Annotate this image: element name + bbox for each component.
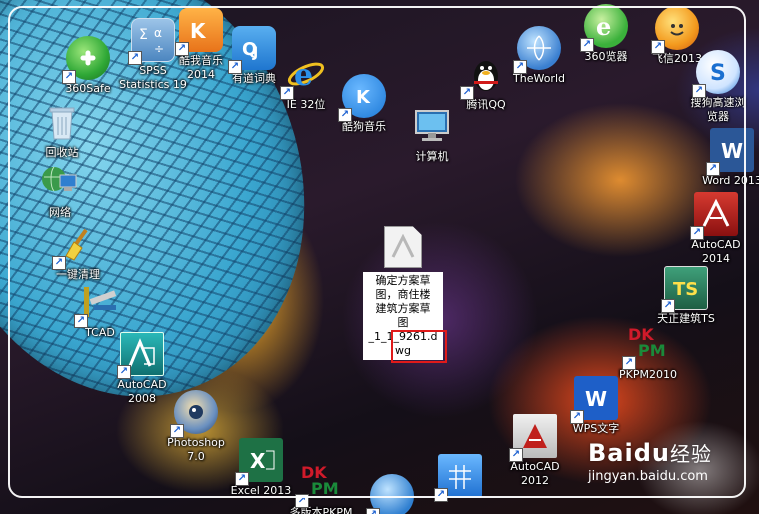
desktop[interactable]: ↗ 360Safe Σα ÷ ↗ SPSS Statistics 19 K ↗ 酷… (0, 0, 759, 514)
word-icon: W ↗ (706, 128, 754, 176)
kugou-icon: K ↗ (338, 74, 386, 122)
dwg-file-icon (384, 226, 422, 268)
icon-label: 网络 (49, 206, 71, 219)
tcad-icon: ↗ (74, 280, 122, 328)
extension-highlight-box (391, 330, 447, 363)
shortcut-arrow-icon: ↗ (62, 70, 76, 84)
svg-text:K: K (356, 87, 371, 108)
wps-writer-icon: W ↗ (570, 376, 618, 424)
icon-label: 360览器 (584, 50, 628, 63)
shortcut-arrow-icon: ↗ (651, 40, 665, 54)
shortcut-arrow-icon: ↗ (52, 256, 66, 270)
desktop-icon-autocad-2014[interactable]: ↗ AutoCAD 2014 (674, 192, 758, 266)
desktop-icon-cleanup[interactable]: ↗ 一键清理 (36, 222, 120, 282)
shortcut-arrow-icon: ↗ (513, 60, 527, 74)
watermark-url: jingyan.baidu.com (588, 469, 708, 484)
svg-text:Σ: Σ (139, 27, 148, 43)
shortcut-arrow-icon: ↗ (128, 51, 142, 65)
sogou-browser-icon: S ↗ (692, 50, 740, 98)
theworld-icon: ↗ (513, 26, 561, 74)
icon-label: 计算机 (415, 150, 449, 163)
baidu-jingyan-watermark: Baidu经验 jingyan.baidu.com (588, 438, 738, 498)
icon-label: Photoshop 7.0 (167, 436, 225, 463)
recycle-bin-icon (40, 100, 84, 144)
shortcut-arrow-icon: ↗ (434, 488, 448, 502)
pkpm-icon: DK PM ↗ (622, 322, 670, 370)
icon-label: Word 2013 (702, 174, 759, 187)
desktop-icon-recycle-bin[interactable]: 回收站 (20, 100, 104, 160)
desktop-icon-tangent-ts[interactable]: TS ↗ 天正建筑TS (644, 266, 728, 326)
pkpm-multi-icon: DK PM ↗ (295, 460, 343, 508)
icon-label: 360Safe (65, 82, 111, 95)
desktop-icon-tcad[interactable]: ↗ TCAD (58, 280, 142, 340)
watermark-brand: Baidu经验 (588, 439, 712, 467)
svg-text:W: W (721, 139, 743, 163)
shortcut-arrow-icon: ↗ (690, 226, 704, 240)
shortcut-arrow-icon: ↗ (295, 494, 309, 508)
tile-grid-icon: ↗ (434, 454, 482, 502)
feixin-icon: ↗ (651, 6, 699, 54)
shortcut-arrow-icon: ↗ (580, 38, 594, 52)
desktop-icon-autocad-2012[interactable]: ↗ AutoCAD 2012 (493, 414, 577, 488)
svg-text:K: K (190, 19, 207, 43)
excel-icon: X ↗ (235, 438, 283, 486)
network-icon (38, 160, 82, 204)
photoshop-icon: ↗ (170, 390, 218, 438)
autocad-2012-icon: ↗ (509, 414, 557, 462)
shortcut-arrow-icon: ↗ (509, 448, 523, 462)
svg-text:PM: PM (638, 341, 666, 360)
tangent-ts-icon: TS ↗ (661, 266, 708, 313)
icon-label: 搜狗高速浏 览器 (690, 96, 746, 123)
svg-text:PM: PM (311, 479, 339, 498)
shortcut-arrow-icon: ↗ (170, 424, 184, 438)
svg-text:J: J (252, 45, 258, 61)
desktop-icon-computer[interactable]: 计算机 (390, 104, 474, 164)
shortcut-arrow-icon: ↗ (235, 472, 249, 486)
icon-label: AutoCAD 2012 (510, 460, 560, 487)
shortcut-arrow-icon: ↗ (228, 60, 242, 74)
svg-text:W: W (585, 387, 607, 411)
svg-text:X: X (250, 449, 266, 473)
globe-icon: ↗ (366, 474, 414, 514)
shortcut-arrow-icon: ↗ (692, 84, 706, 98)
360safe-icon: ↗ (62, 36, 110, 84)
broom-icon: ↗ (52, 222, 100, 270)
computer-icon (410, 104, 454, 148)
icon-label: TheWorld (513, 72, 565, 85)
desktop-icon-network[interactable]: 网络 (18, 160, 102, 220)
shortcut-arrow-icon: ↗ (280, 86, 294, 100)
svg-text:e: e (596, 12, 611, 41)
shortcut-arrow-icon: ↗ (117, 365, 131, 379)
shortcut-arrow-icon: ↗ (661, 299, 675, 313)
shortcut-arrow-icon: ↗ (622, 356, 636, 370)
autocad-2008-icon: ↗ (117, 332, 164, 379)
shortcut-arrow-icon: ↗ (460, 86, 474, 100)
svg-text:e: e (294, 58, 313, 93)
icon-label: WPS文字 (572, 422, 620, 435)
desktop-icon-tile[interactable]: ↗ (418, 454, 502, 502)
desktop-icon-pkpm2010[interactable]: DK PM ↗ PKPM2010 (606, 322, 690, 382)
desktop-icon-sogou[interactable]: S ↗ 搜狗高速浏 览器 (676, 50, 759, 124)
icon-label: 回收站 (45, 146, 79, 159)
icon-label: IE 32位 (286, 98, 326, 111)
desktop-icon-word[interactable]: W ↗ Word 2013 (690, 128, 759, 188)
shortcut-arrow-icon: ↗ (706, 162, 720, 176)
autocad-icon: ↗ (690, 192, 738, 240)
shortcut-arrow-icon: ↗ (338, 108, 352, 122)
svg-text:S: S (710, 61, 726, 86)
360browser-icon: e ↗ (580, 4, 628, 52)
svg-text:TS: TS (673, 279, 698, 300)
shortcut-arrow-icon: ↗ (175, 42, 189, 56)
icon-label: AutoCAD 2014 (691, 238, 741, 265)
shortcut-arrow-icon: ↗ (366, 508, 380, 514)
icon-label: 酷狗音乐 (342, 120, 386, 133)
shortcut-arrow-icon: ↗ (74, 314, 88, 328)
